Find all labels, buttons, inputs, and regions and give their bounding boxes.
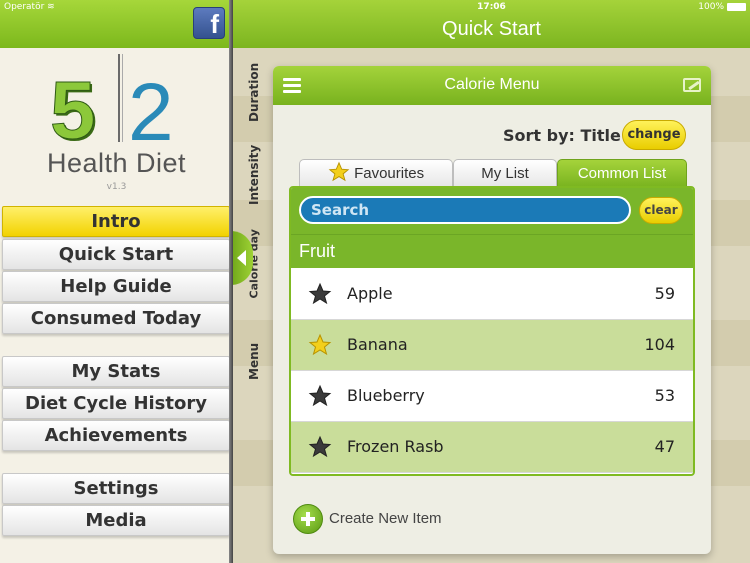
star-filled-icon[interactable] xyxy=(308,333,332,357)
menu-item-quick-start[interactable]: Quick Start xyxy=(2,239,230,270)
item-name: Banana xyxy=(347,335,408,354)
search-bar: Search clear xyxy=(291,188,693,234)
status-time: 17:06 xyxy=(477,2,506,12)
logo-separator xyxy=(118,54,120,142)
facebook-button[interactable]: f xyxy=(193,7,225,39)
vtab-duration[interactable]: Duration xyxy=(247,63,261,122)
menu-item-diet-cycle-history[interactable]: Diet Cycle History xyxy=(2,388,230,419)
logo-separator-light xyxy=(122,54,123,142)
search-input[interactable]: Search xyxy=(299,196,631,224)
create-new-item-button[interactable]: Create New Item xyxy=(293,504,493,536)
clear-search-button[interactable]: clear xyxy=(639,197,683,224)
wifi-icon: ≋ xyxy=(47,2,55,12)
menu-item-settings[interactable]: Settings xyxy=(2,473,230,504)
panel-header: Calorie Menu xyxy=(273,66,711,105)
food-list: Search clear Fruit Apple 59 Banana 104 B… xyxy=(289,186,695,476)
status-battery: 100% xyxy=(698,2,724,12)
logo-digit-5: 5 xyxy=(50,65,97,156)
star-outline-icon[interactable] xyxy=(308,282,332,306)
menu-item-intro[interactable]: Intro xyxy=(2,206,230,237)
menu-item-my-stats[interactable]: My Stats xyxy=(2,356,230,387)
tab-my-list[interactable]: My List xyxy=(453,159,557,187)
main-header: 17:06 100% Quick Start xyxy=(233,0,750,48)
sort-label: Sort by: Title xyxy=(503,126,621,145)
section-header-fruit: Fruit xyxy=(291,234,693,268)
tab-favourites[interactable]: Favourites xyxy=(299,159,453,187)
item-name: Blueberry xyxy=(347,386,425,405)
change-sort-button[interactable]: change xyxy=(622,120,686,150)
sidebar-top-bar: Operatör ≋ f xyxy=(0,0,233,48)
logo-title: Health Diet xyxy=(46,148,187,178)
chevron-left-icon xyxy=(237,250,246,266)
list-item[interactable]: Blueberry 53 xyxy=(291,371,693,422)
vtab-menu[interactable]: Menu xyxy=(247,343,261,380)
edit-icon[interactable] xyxy=(683,78,701,92)
app-version: v1.3 xyxy=(106,182,127,192)
calorie-menu-panel: Calorie Menu Sort by: Title change Favou… xyxy=(273,66,711,554)
menu-item-media[interactable]: Media xyxy=(2,505,230,536)
item-name: Frozen Rasb xyxy=(347,437,444,456)
item-calories: 104 xyxy=(644,335,675,354)
battery-icon xyxy=(727,3,746,11)
menu-item-consumed-today[interactable]: Consumed Today xyxy=(2,303,230,334)
panel-title: Calorie Menu xyxy=(444,76,540,93)
menu-item-achievements[interactable]: Achievements xyxy=(2,420,230,451)
item-calories: 59 xyxy=(654,284,675,303)
list-item[interactable]: Apple 59 xyxy=(291,269,693,320)
item-name: Apple xyxy=(347,284,393,303)
item-calories: 47 xyxy=(654,437,675,456)
menu-item-help-guide[interactable]: Help Guide xyxy=(2,271,230,302)
star-outline-icon[interactable] xyxy=(308,435,332,459)
list-item[interactable]: Frozen Rasb 47 xyxy=(291,422,693,473)
status-carrier: Operatör ≋ xyxy=(4,2,55,12)
vtab-intensity[interactable]: Intensity xyxy=(247,145,261,205)
list-item[interactable]: Banana 104 xyxy=(291,320,693,371)
logo-digit-2: 2 xyxy=(128,67,174,158)
plus-icon xyxy=(293,504,323,534)
tab-favourites-label: Favourites xyxy=(354,165,425,182)
facebook-icon: f xyxy=(210,9,219,39)
star-icon xyxy=(328,161,350,182)
star-outline-icon[interactable] xyxy=(308,384,332,408)
tab-common-list[interactable]: Common List xyxy=(557,159,687,187)
main-area: 17:06 100% Quick Start Duration Intensit… xyxy=(233,0,750,563)
app-logo: 5 2 Health Diet v1.3 xyxy=(0,52,233,200)
page-title: Quick Start xyxy=(442,18,541,40)
sidebar: Operatör ≋ f 5 2 Health Diet v1.3 Intro … xyxy=(0,0,233,563)
item-calories: 53 xyxy=(654,386,675,405)
create-new-item-label: Create New Item xyxy=(329,510,442,527)
